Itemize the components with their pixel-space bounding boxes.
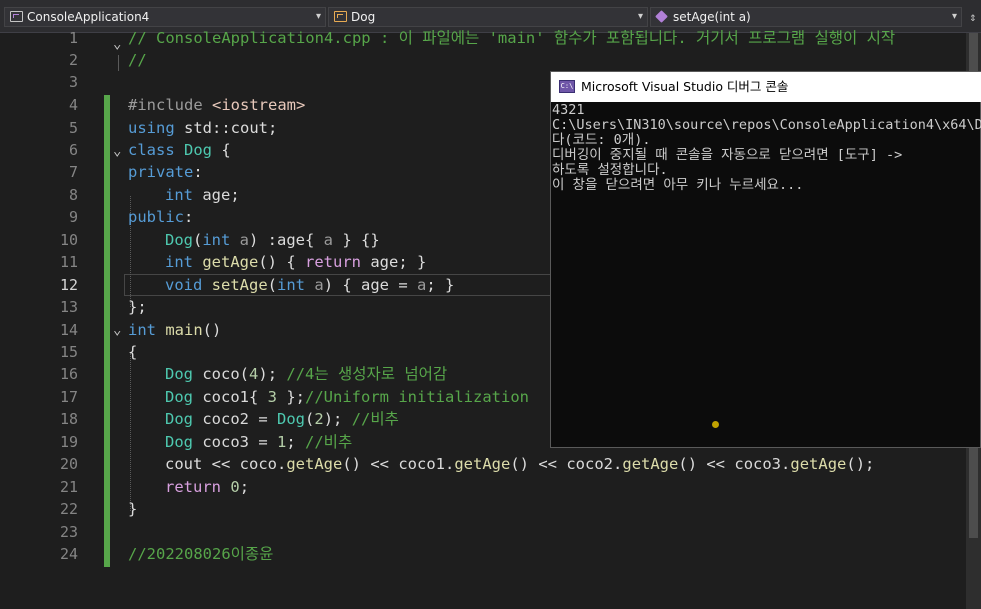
chevron-down-icon: ▾ xyxy=(951,11,957,22)
line-number: 5 xyxy=(68,119,78,137)
line-number: 20 xyxy=(59,455,78,473)
line-number: 11 xyxy=(59,253,78,271)
line-number: 22 xyxy=(59,500,78,518)
code-line-open-brace: { xyxy=(128,343,138,361)
line-number: 9 xyxy=(68,208,78,226)
line-number: 24 xyxy=(59,545,78,563)
console-line: C:\Users\IN310\source\repos\ConsoleAppli… xyxy=(552,117,981,133)
class-icon xyxy=(334,11,347,22)
line-number: 21 xyxy=(59,478,78,496)
member-dropdown-label: setAge(int a) xyxy=(673,10,751,24)
console-output: 4321 C:\Users\IN310\source\repos\ConsoleA… xyxy=(552,103,981,447)
code-line-class-end: }; xyxy=(128,298,147,316)
code-line-return: return 0; xyxy=(165,478,250,496)
console-line: 이 창을 닫으려면 아무 키나 누르세요... xyxy=(552,177,804,193)
line-number: 4 xyxy=(68,96,78,114)
code-line-close-brace: } xyxy=(128,500,138,518)
code-line-coco2: Dog coco2 = Dog(2); //비추 xyxy=(165,410,399,428)
code-comment: // xyxy=(128,51,147,69)
project-dropdown[interactable]: ConsoleApplication4 ▾ xyxy=(4,7,326,27)
line-number: 15 xyxy=(59,343,78,361)
line-number: 1 xyxy=(68,29,78,47)
line-number: 7 xyxy=(68,163,78,181)
code-line-coco: Dog coco(4); //4는 생성자로 넘어감 xyxy=(165,365,448,383)
console-line: 하도록 설정합니다. xyxy=(552,162,668,178)
cursor-dot xyxy=(712,421,719,428)
line-number: 17 xyxy=(59,388,78,406)
line-number: 16 xyxy=(59,365,78,383)
line-number: 18 xyxy=(59,410,78,428)
chevron-down-icon: ▾ xyxy=(315,11,321,22)
line-number-active: 12 xyxy=(59,276,78,294)
console-line: 디버깅이 중지될 때 콘솔을 자동으로 닫으려면 [도구] -> xyxy=(552,147,903,163)
code-line-setter: void setAge(int a) { age = a; } xyxy=(165,276,455,294)
code-line-using: using std::cout; xyxy=(128,119,278,137)
line-number: 2 xyxy=(68,51,78,69)
line-number: 13 xyxy=(59,298,78,316)
code-line-include: #include <iostream> xyxy=(128,96,306,114)
project-icon xyxy=(10,11,23,22)
line-number: 19 xyxy=(59,433,78,451)
code-line-coco1: Dog coco1{ 3 };//Uniform initialization xyxy=(165,388,529,406)
line-number: 6 xyxy=(68,141,78,159)
console-app-icon: C:\ xyxy=(559,80,575,93)
member-dropdown[interactable]: setAge(int a) ▾ xyxy=(650,7,962,27)
line-number: 3 xyxy=(68,73,78,91)
project-dropdown-label: ConsoleApplication4 xyxy=(27,10,150,24)
code-line-public: public: xyxy=(128,208,194,226)
console-line: 4321 xyxy=(552,103,585,118)
code-line-main: int main() xyxy=(128,321,222,339)
line-number: 23 xyxy=(59,523,78,541)
debug-console-window[interactable]: C:\ Microsoft Visual Studio 디버그 콘솔 4321 C… xyxy=(550,71,981,448)
code-line-constructor: Dog(int a) :age{ a } {} xyxy=(165,231,380,249)
chevron-down-icon: ▾ xyxy=(637,11,643,22)
console-title-bar[interactable]: C:\ Microsoft Visual Studio 디버그 콘솔 xyxy=(551,72,981,102)
line-number: 14 xyxy=(59,321,78,339)
code-comment: //202208026이종윤 xyxy=(128,545,274,563)
line-number: 8 xyxy=(68,186,78,204)
code-line-coco3: Dog coco3 = 1; //비추 xyxy=(165,433,353,451)
code-line-private: private: xyxy=(128,163,203,181)
scope-dropdown-label: Dog xyxy=(351,10,376,24)
code-line-field: int age; xyxy=(165,186,240,204)
console-line: 다(코드: 0개). xyxy=(552,132,651,148)
split-icon[interactable]: ⇕ xyxy=(965,8,981,26)
code-line-cout: cout << coco.getAge() << coco1.getAge() … xyxy=(165,455,875,473)
console-title: Microsoft Visual Studio 디버그 콘솔 xyxy=(581,79,789,94)
code-line-getter: int getAge() { return age; } xyxy=(165,253,427,271)
scope-dropdown[interactable]: Dog ▾ xyxy=(328,7,648,27)
method-icon xyxy=(655,10,668,23)
line-number: 10 xyxy=(59,231,78,249)
code-line-class: class Dog { xyxy=(128,141,231,159)
code-comment: // ConsoleApplication4.cpp : 이 파일에는 'mai… xyxy=(128,29,896,47)
